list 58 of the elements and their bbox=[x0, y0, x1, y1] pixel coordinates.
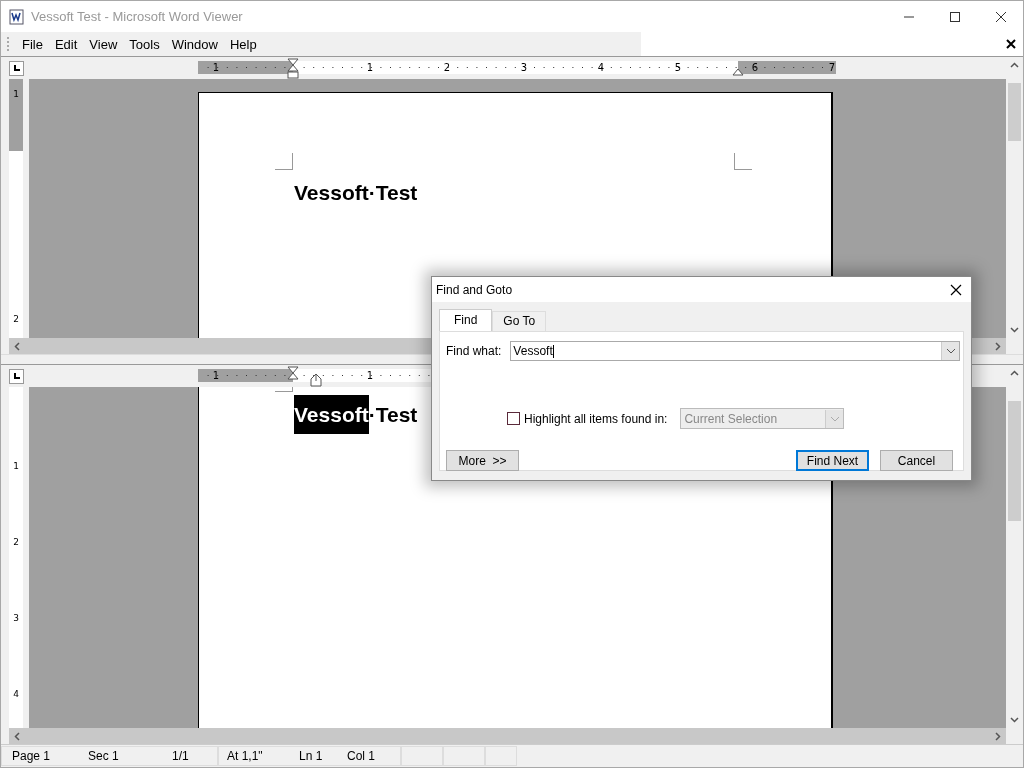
right-indent-icon[interactable] bbox=[732, 66, 744, 76]
margin-corner-mark bbox=[275, 153, 293, 170]
dropdown-icon[interactable] bbox=[945, 348, 956, 354]
scrollbar-thumb[interactable] bbox=[1008, 401, 1021, 521]
scroll-up-icon[interactable] bbox=[1010, 62, 1019, 68]
scroll-down-icon[interactable] bbox=[1010, 327, 1019, 333]
ruler-number: 3 bbox=[13, 613, 19, 623]
status-panel bbox=[485, 746, 517, 766]
maximize-icon[interactable] bbox=[949, 10, 961, 23]
checkbox[interactable] bbox=[507, 412, 520, 425]
close-icon[interactable] bbox=[950, 283, 962, 296]
checkbox-label[interactable]: Highlight all items found in: bbox=[524, 411, 668, 426]
status-text: Sec 1 bbox=[88, 749, 120, 763]
margin-corner-mark bbox=[734, 153, 752, 170]
menu-item[interactable]: Edit bbox=[49, 36, 85, 52]
close-icon[interactable] bbox=[995, 10, 1007, 23]
tab-stop-button[interactable] bbox=[9, 60, 24, 76]
scroll-left-icon[interactable] bbox=[14, 341, 20, 351]
status-panel bbox=[443, 746, 485, 766]
scroll-up-icon[interactable] bbox=[1010, 370, 1019, 376]
horizontal-ruler: 1 1 2 3 4 5 6 7 bbox=[29, 57, 1006, 79]
dialog-button[interactable]: Cancel bbox=[880, 450, 953, 471]
status-text: Ln 1 bbox=[299, 749, 324, 763]
dialog-tab[interactable]: Go To bbox=[492, 311, 547, 331]
menu-item[interactable]: File bbox=[17, 36, 50, 52]
scrollbar-thumb[interactable] bbox=[1008, 83, 1021, 141]
scroll-down-icon[interactable] bbox=[1010, 717, 1019, 723]
indent-marker-icon[interactable] bbox=[287, 57, 299, 79]
find-what-field[interactable]: Vessoft bbox=[510, 341, 961, 361]
menu-item[interactable]: Window bbox=[166, 36, 225, 52]
ruler-number: 2 bbox=[13, 537, 19, 547]
scroll-right-icon[interactable] bbox=[995, 341, 1001, 351]
heading-text: Vessoft·Test bbox=[294, 180, 418, 206]
tab-marker-icon[interactable] bbox=[310, 373, 322, 387]
dialog-tab[interactable]: Find bbox=[439, 309, 493, 331]
field-label: Find what: bbox=[446, 344, 502, 358]
horizontal-scrollbar[interactable] bbox=[9, 728, 1006, 744]
ruler-number: 4 bbox=[13, 689, 19, 699]
menu-item[interactable]: View bbox=[84, 36, 125, 52]
status-text: 1/1 bbox=[172, 749, 189, 763]
status-text: Page 1 bbox=[12, 749, 52, 763]
tab-stop-button[interactable] bbox=[9, 368, 24, 384]
scroll-right-icon[interactable] bbox=[995, 731, 1001, 741]
status-text: At 1,1" bbox=[227, 749, 264, 763]
close-icon[interactable] bbox=[1006, 39, 1016, 49]
dialog-title: Find and Goto bbox=[436, 282, 513, 297]
ruler-number: 1 bbox=[13, 89, 19, 99]
app-icon bbox=[9, 8, 25, 25]
status-text: Col 1 bbox=[347, 749, 375, 763]
scroll-left-icon[interactable] bbox=[14, 731, 20, 741]
heading-text: Vessoft bbox=[294, 395, 369, 434]
ruler-number: 1 bbox=[13, 461, 19, 471]
dialog-button[interactable]: More >> bbox=[446, 450, 519, 471]
window-title: Vessoft Test - Microsoft Word Viewer bbox=[31, 9, 243, 24]
menu-item[interactable]: Tools bbox=[124, 36, 167, 52]
menu-item[interactable]: Help bbox=[224, 36, 264, 52]
dialog-button[interactable]: Find Next bbox=[796, 450, 869, 471]
ruler-number: 2 bbox=[13, 314, 19, 324]
